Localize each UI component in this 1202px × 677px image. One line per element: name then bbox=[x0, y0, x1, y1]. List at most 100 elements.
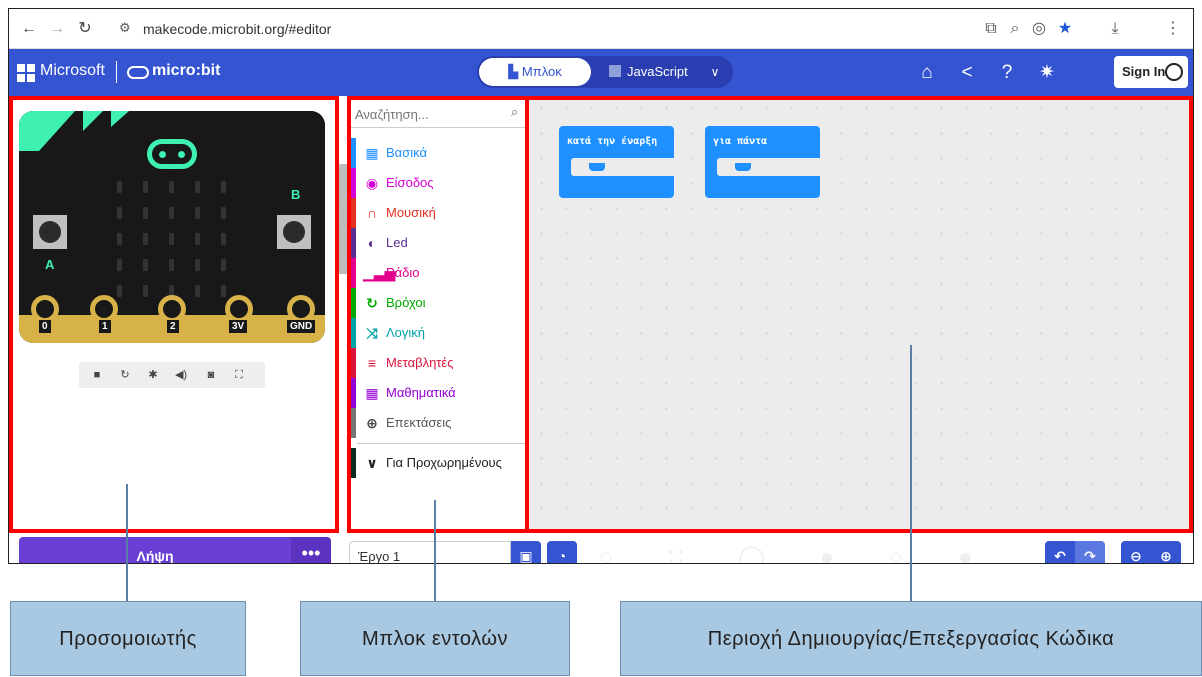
stop-icon[interactable]: ■ bbox=[89, 367, 105, 383]
category-variables[interactable]: ≡ Μεταβλητές bbox=[347, 348, 529, 378]
workspace-scrollbar[interactable] bbox=[1189, 283, 1193, 483]
caption-blocks: Μπλοκ εντολών bbox=[300, 601, 570, 676]
reload-icon[interactable]: ↻ bbox=[75, 19, 95, 39]
more-dots-label: ••• bbox=[301, 543, 321, 563]
category-input[interactable]: ◉ Είσοδος bbox=[347, 168, 529, 198]
back-arrow-icon[interactable]: ← bbox=[19, 19, 39, 39]
pin-label: 3V bbox=[229, 320, 248, 333]
button-a[interactable] bbox=[33, 215, 67, 249]
pin-label: 0 bbox=[39, 320, 51, 333]
tab-javascript[interactable]: JavaScript bbox=[595, 58, 695, 86]
undo-icon[interactable]: ↶ bbox=[1045, 541, 1075, 563]
simulator-pointer-line bbox=[126, 484, 128, 602]
button-b-label: B bbox=[291, 187, 301, 202]
restart-icon[interactable]: ↻ bbox=[117, 367, 133, 383]
address-field[interactable]: ⚙ makecode.microbit.org/#editor bbox=[107, 16, 987, 42]
makecode-header: Microsoft micro:bit ▙ Μπλοκ JavaScript ∨… bbox=[9, 49, 1193, 96]
category-label: Βασικά bbox=[386, 145, 427, 160]
simulator-collapse-handle[interactable]: ‹ bbox=[335, 164, 347, 274]
site-info-icon[interactable]: ⚙ bbox=[119, 20, 131, 36]
caption-simulator-text: Προσομοιωτής bbox=[59, 628, 197, 650]
pin-label: 1 bbox=[99, 320, 111, 333]
sign-in-label: Sign In bbox=[1122, 64, 1166, 79]
fullscreen-icon[interactable]: ⛶ bbox=[231, 367, 247, 383]
url-text: makecode.microbit.org/#editor bbox=[143, 21, 332, 37]
headphones-icon: ∩ bbox=[366, 205, 378, 221]
pin-2[interactable] bbox=[158, 295, 186, 323]
zoom-in-icon[interactable]: ⊕ bbox=[1151, 541, 1181, 563]
project-name-input[interactable] bbox=[349, 541, 511, 563]
pin-label: 2 bbox=[167, 320, 179, 333]
zoom-out-icon[interactable]: ⊖ bbox=[1121, 541, 1151, 563]
category-music[interactable]: ∩ Μουσική bbox=[347, 198, 529, 228]
caption-blocks-text: Μπλοκ εντολών bbox=[362, 628, 508, 650]
pin-0[interactable] bbox=[31, 295, 59, 323]
camera-icon[interactable]: ◙ bbox=[203, 367, 219, 383]
debug-bug-icon[interactable]: ✱ bbox=[145, 367, 161, 383]
help-icon[interactable]: ? bbox=[995, 61, 1019, 85]
block-toolbox: ⌕ ▦ Βασικά ◉ Είσοδος ∩ Μουσική ◐ Led ▁▃▅… bbox=[347, 96, 529, 533]
tab-blocks[interactable]: ▙ Μπλοκ bbox=[479, 58, 591, 86]
editor-mode-toggle: ▙ Μπλοκ JavaScript ∨ bbox=[477, 56, 733, 88]
volume-icon[interactable]: ◀) bbox=[173, 367, 189, 383]
microbit-logo-icon bbox=[127, 66, 149, 79]
category-math[interactable]: ▦ Μαθηματικά bbox=[347, 378, 529, 408]
button-b[interactable] bbox=[277, 215, 311, 249]
download-button[interactable]: Λήψη bbox=[19, 537, 291, 564]
background-decoration: ○ ∷ ◯ ● ○ ● bbox=[599, 544, 997, 564]
browser-toolbar: ← → ↻ ⚙ makecode.microbit.org/#editor ⧉ … bbox=[9, 9, 1193, 49]
shuffle-icon: ⤨ bbox=[366, 325, 378, 341]
plus-circle-icon: ⊕ bbox=[366, 415, 378, 431]
download-more-button[interactable]: ••• bbox=[291, 537, 331, 563]
forward-arrow-icon[interactable]: → bbox=[47, 19, 67, 39]
home-icon[interactable]: ⌂ bbox=[915, 61, 939, 85]
pin-gnd[interactable] bbox=[287, 295, 315, 323]
chevron-left-icon: ‹ bbox=[336, 210, 340, 224]
github-icon[interactable]: ◔ bbox=[547, 541, 577, 563]
category-led[interactable]: ◐ Led bbox=[347, 228, 529, 258]
category-logic[interactable]: ⤨ Λογική bbox=[347, 318, 529, 348]
category-radio[interactable]: ▁▃▅ Ράδιο bbox=[347, 258, 529, 288]
on-start-block[interactable]: κατά την έναρξη bbox=[559, 126, 674, 198]
code-workspace[interactable]: κατά την έναρξη για πάντα bbox=[529, 96, 1193, 533]
microbit-board[interactable]: A B 0 1 2 3V GND bbox=[19, 111, 325, 343]
pin-3v[interactable] bbox=[225, 295, 253, 323]
chevron-down-icon[interactable]: ∨ bbox=[703, 58, 727, 86]
category-basic[interactable]: ▦ Βασικά bbox=[347, 138, 529, 168]
search-icon[interactable]: ⌕ bbox=[511, 104, 518, 120]
toolbox-search: ⌕ bbox=[347, 100, 529, 128]
category-advanced[interactable]: ∨ Για Προχωρημένους bbox=[347, 448, 529, 478]
forever-block[interactable]: για πάντα bbox=[705, 126, 820, 198]
search-input[interactable] bbox=[355, 104, 495, 124]
download-icon[interactable]: ⤓ bbox=[1105, 19, 1125, 39]
category-label: Μεταβλητές bbox=[386, 355, 454, 370]
toggle-icon: ◐ bbox=[367, 235, 377, 251]
redo-icon[interactable]: ↷ bbox=[1075, 541, 1105, 563]
bottom-toolbar: ○ ∷ ◯ ● ○ ● Λήψη ••• ▣ ◔ ↶ ↷ ⊖ ⊕ bbox=[9, 533, 1193, 564]
download-label: Λήψη bbox=[136, 548, 174, 564]
calculator-icon: ▦ bbox=[365, 385, 379, 401]
category-label: Βρόχοι bbox=[386, 295, 426, 310]
more-vert-icon[interactable]: ⋮ bbox=[1163, 19, 1183, 39]
toolbox-divider bbox=[357, 443, 529, 444]
zoom-icon[interactable]: ⌕ bbox=[1005, 19, 1025, 39]
pin-1[interactable] bbox=[90, 295, 118, 323]
share-icon[interactable]: < bbox=[955, 61, 979, 85]
tab-blocks-label: Μπλοκ bbox=[521, 64, 562, 79]
category-loops[interactable]: ↻ Βρόχοι bbox=[347, 288, 529, 318]
category-label: Μαθηματικά bbox=[386, 385, 456, 400]
gear-icon[interactable]: ✷ bbox=[1035, 61, 1059, 85]
lines-icon: ≡ bbox=[367, 355, 377, 371]
category-label: Είσοδος bbox=[386, 175, 434, 190]
tab-javascript-label: JavaScript bbox=[627, 64, 688, 79]
category-label: Λογική bbox=[386, 325, 426, 340]
save-icon[interactable]: ▣ bbox=[511, 541, 541, 563]
install-app-icon[interactable]: ⧉ bbox=[981, 19, 1001, 39]
sign-in-button[interactable]: Sign In bbox=[1114, 56, 1188, 88]
eye-off-icon[interactable]: ◎ bbox=[1029, 19, 1049, 39]
category-label: Επεκτάσεις bbox=[386, 415, 452, 430]
bookmark-star-icon[interactable]: ★ bbox=[1055, 19, 1075, 39]
category-extensions[interactable]: ⊕ Επεκτάσεις bbox=[347, 408, 529, 438]
forever-label: για πάντα bbox=[713, 136, 768, 147]
input-target-icon: ◉ bbox=[365, 175, 379, 191]
